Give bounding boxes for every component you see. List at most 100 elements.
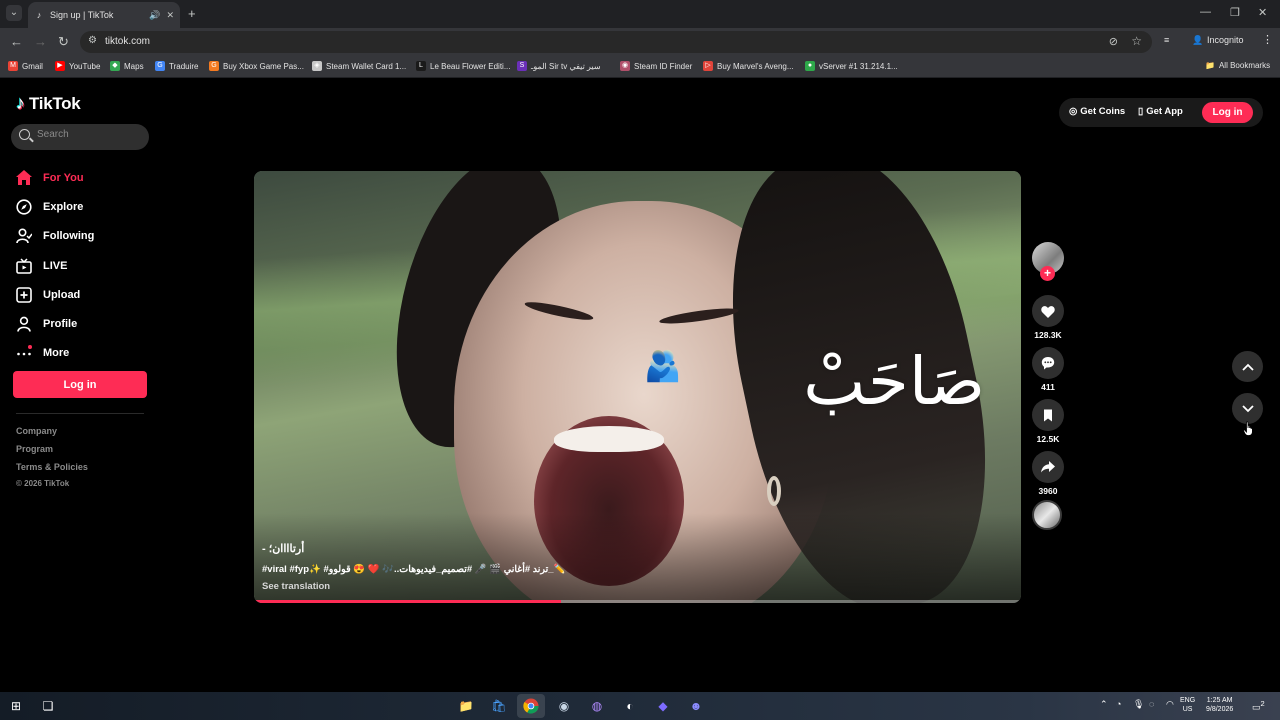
close-window-icon[interactable]: ✕ — [1258, 6, 1267, 19]
forward-icon[interactable]: → — [34, 34, 47, 49]
sidebar-item-live[interactable]: LIVE — [16, 251, 156, 280]
bookmark-favicon-icon: ▶ — [55, 61, 65, 71]
microphone-icon[interactable]: 🎙 — [1133, 700, 1144, 709]
bookmark-star-icon[interactable]: ☆ — [1131, 34, 1142, 48]
clock-time: 1:25 AM — [1206, 697, 1233, 704]
follow-plus-icon[interactable]: + — [1040, 266, 1055, 281]
bookmark-favicon-icon: ● — [805, 61, 815, 71]
bookmark-item[interactable]: ◈ Steam Wallet Card 1... — [312, 61, 406, 71]
tiktok-logo[interactable]: ♪ TikTok — [16, 93, 81, 114]
tab-search-icon[interactable]: ⌄ — [6, 5, 22, 21]
chrome-icon[interactable] — [521, 696, 541, 716]
all-bookmarks[interactable]: 📁 All Bookmarks — [1205, 61, 1270, 70]
bookmark-label: Buy Marvel's Aveng... — [717, 61, 794, 71]
previous-video-button[interactable] — [1232, 351, 1263, 382]
following-icon — [16, 228, 32, 244]
windows-start-icon[interactable]: ⊞ — [6, 696, 26, 716]
bookmark-item[interactable]: ▶ YouTube — [55, 61, 100, 71]
footer-link-company[interactable]: Company — [16, 426, 57, 436]
restore-icon[interactable]: ❐ — [1230, 6, 1240, 19]
sidebar-item-following[interactable]: Following — [16, 222, 156, 251]
language-indicator[interactable]: ENG US — [1180, 696, 1195, 714]
next-video-button[interactable] — [1232, 393, 1263, 424]
clock[interactable]: 1:25 AM 9/8/2026 — [1206, 696, 1233, 714]
speaker-icon[interactable]: 🔊 — [149, 10, 160, 21]
incognito-label[interactable]: Incognito — [1207, 35, 1244, 45]
header-login-button[interactable]: Log in — [1202, 102, 1253, 123]
like-button[interactable] — [1032, 295, 1064, 327]
save-button[interactable] — [1032, 399, 1064, 431]
windows-taskbar: ⊞ ❏ 📁 🛍 ◉ ◍ ◐ ◆ ☻ ⌃ ◔ 🎙 ◌ ◠ ENG US 1:25 … — [0, 692, 1280, 720]
bookmark-item[interactable]: G Traduire — [155, 61, 199, 71]
bookmark-favicon-icon: G — [209, 61, 219, 71]
bookmark-item[interactable]: S الموـ Sir tv سير تيفي — [517, 61, 601, 71]
wifi-icon[interactable]: ◠ — [1166, 700, 1174, 709]
chevron-down-icon — [1241, 404, 1254, 412]
bookmark-favicon-icon: S — [517, 61, 527, 71]
notifications-button[interactable]: ▭2 — [1252, 699, 1265, 712]
see-translation-link[interactable]: See translation — [262, 581, 330, 592]
browser-tab[interactable]: ♪ Sign up | TikTok 🔊 ✕ — [28, 2, 180, 28]
folder-icon: 📁 — [1205, 61, 1215, 70]
footer-link-terms[interactable]: Terms & Policies — [16, 462, 88, 472]
discord-icon[interactable]: ☻ — [686, 696, 706, 716]
bookmark-item[interactable]: ◉ Steam ID Finder — [620, 61, 692, 71]
upload-icon — [16, 287, 32, 303]
tray-chevron-icon[interactable]: ⌃ — [1100, 700, 1108, 709]
share-button[interactable] — [1032, 451, 1064, 483]
task-view-icon[interactable]: ❏ — [38, 696, 58, 716]
compass-icon — [16, 199, 32, 215]
home-icon — [16, 170, 32, 186]
bookmark-item[interactable]: L Le Beau Flower Editi... — [416, 61, 510, 71]
sidebar-login-button[interactable]: Log in — [13, 371, 147, 398]
caption-username[interactable]: - أرتاااان؛ — [262, 542, 304, 555]
close-tab-icon[interactable]: ✕ — [166, 10, 174, 21]
bookmark-item[interactable]: G Buy Xbox Game Pas... — [209, 61, 304, 71]
browser-app-icon[interactable]: ◐ — [620, 696, 640, 716]
search-input[interactable] — [37, 129, 142, 140]
address-bar[interactable]: ⚙ tiktok.com ⊘ ☆ — [80, 31, 1152, 53]
bookmark-label: Le Beau Flower Editi... — [430, 61, 511, 71]
music-disc[interactable] — [1032, 500, 1062, 530]
store-icon[interactable]: 🛍 — [489, 696, 509, 716]
search-box[interactable] — [11, 124, 149, 150]
comment-button[interactable] — [1032, 347, 1064, 379]
sidebar-item-explore[interactable]: Explore — [16, 192, 156, 221]
site-info-icon[interactable]: ⚙ — [88, 35, 97, 46]
bookmark-label: Steam Wallet Card 1... — [326, 61, 407, 71]
bookmark-label: Gmail — [22, 61, 43, 71]
back-icon[interactable]: ← — [10, 34, 23, 49]
network-icon[interactable]: ◌ — [1149, 700, 1154, 709]
get-coins-link[interactable]: ◎ Get Coins — [1069, 106, 1125, 117]
media-app-icon[interactable]: ◆ — [653, 696, 673, 716]
footer-link-program[interactable]: Program — [16, 444, 53, 454]
file-explorer-icon[interactable]: 📁 — [456, 696, 476, 716]
video-player[interactable]: صَاحَبْ 🫂 - أرتاااان؛ #viral #fyp✨ #ترند… — [254, 171, 1021, 603]
minimize-icon[interactable]: — — [1200, 6, 1211, 18]
bookmark-item[interactable]: ◆ Maps — [110, 61, 144, 71]
bookmark-item[interactable]: ▷ Buy Marvel's Aveng... — [703, 61, 794, 71]
coin-icon: ◎ — [1069, 106, 1078, 117]
menu-kebab-icon[interactable]: ⋮ — [1262, 33, 1273, 46]
hand-cursor-icon — [1243, 421, 1253, 436]
tracking-eye-off-icon[interactable]: ⊘ — [1109, 35, 1118, 48]
all-bookmarks-label: All Bookmarks — [1218, 61, 1271, 70]
tray-app-icon[interactable]: ◔ — [1116, 700, 1121, 709]
sidebar-item-upload[interactable]: Upload — [16, 280, 156, 309]
get-app-link[interactable]: ▯ Get App — [1138, 106, 1183, 117]
tab-search-list-icon[interactable]: ≡ — [1164, 35, 1169, 45]
video-progress-bar[interactable] — [254, 600, 1021, 603]
reload-icon[interactable]: ↻ — [58, 34, 69, 50]
bookmark-item[interactable]: M Gmail — [8, 61, 43, 71]
browser-tabstrip: ⌄ ♪ Sign up | TikTok 🔊 ✕ + — ❐ ✕ — [0, 0, 1280, 28]
sidebar-item-for-you[interactable]: For You — [16, 163, 156, 192]
sidebar-item-profile[interactable]: Profile — [16, 309, 156, 338]
steam-icon[interactable]: ◉ — [554, 696, 574, 716]
sidebar-item-more[interactable]: More — [16, 339, 156, 368]
save-count: 12.5K — [1036, 434, 1060, 444]
new-tab-icon[interactable]: + — [188, 6, 196, 21]
chat-app-icon[interactable]: ◍ — [587, 696, 607, 716]
bookmark-item[interactable]: ● vServer #1 31.214.1... — [805, 61, 898, 71]
like-count: 128.3K — [1034, 330, 1062, 340]
bookmark-icon — [1044, 409, 1052, 421]
